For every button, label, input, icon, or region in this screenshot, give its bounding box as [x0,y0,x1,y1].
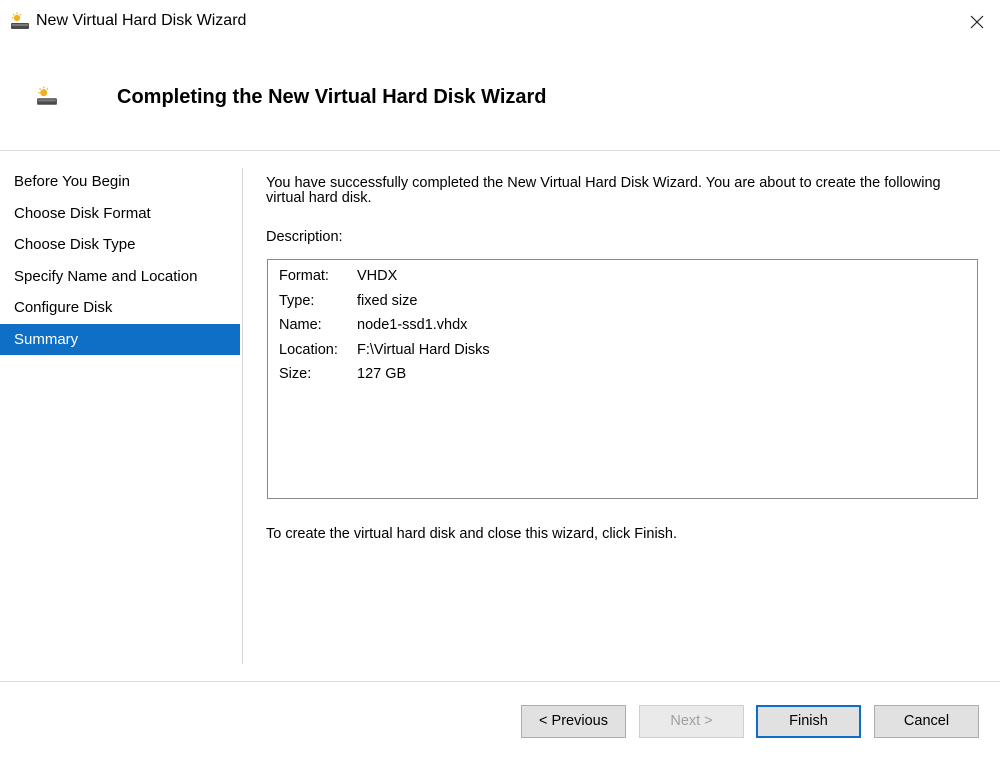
title-bar: New Virtual Hard Disk Wizard [0,0,1000,44]
nav-item-before-you-begin[interactable]: Before You Begin [0,166,240,198]
description-value: node1-ssd1.vhdx [357,317,468,333]
previous-button[interactable]: < Previous [521,705,626,738]
wizard-window: New Virtual Hard Disk Wizard Completing … [0,0,1000,759]
description-row: Size: 127 GB [279,362,977,387]
description-key: Format: [279,268,329,284]
description-label: Description: [266,229,343,245]
description-key: Name: [279,317,322,333]
close-icon [970,15,984,29]
nav-item-summary[interactable]: Summary [0,323,240,355]
description-value: F:\Virtual Hard Disks [357,341,490,358]
description-row: Format: VHDX [279,264,977,289]
description-row: Location: F:\Virtual Hard Disks [279,338,977,363]
wizard-header: Completing the New Virtual Hard Disk Wiz… [0,44,1000,150]
footer-divider [0,681,1000,682]
description-value: 127 GB [357,366,407,382]
nav-item-specify-name-and-location[interactable]: Specify Name and Location [0,261,240,293]
description-row: Name: node1-ssd1.vhdx [279,313,977,338]
header-divider [0,150,1000,151]
virtual-disk-icon [37,86,57,105]
page-title: Completing the New Virtual Hard Disk Wiz… [117,86,547,108]
wizard-steps-nav: Before You Begin Choose Disk Format Choo… [0,166,240,355]
close-button[interactable] [954,0,1000,44]
description-key: Location: [279,341,338,358]
nav-item-choose-disk-format[interactable]: Choose Disk Format [0,198,240,230]
finish-note: To create the virtual hard disk and clos… [266,526,678,542]
description-box[interactable]: Format: VHDX Type: fixed size Name: node… [267,259,978,499]
description-row: Type: fixed size [279,289,977,314]
window-title: New Virtual Hard Disk Wizard [36,12,247,29]
description-value: VHDX [357,268,398,284]
intro-text: You have successfully completed the New … [266,175,941,206]
summary-content: You have successfully completed the New … [266,175,978,542]
nav-divider [242,168,243,664]
nav-item-choose-disk-type[interactable]: Choose Disk Type [0,229,240,261]
virtual-disk-icon [11,12,29,29]
finish-button[interactable]: Finish [756,705,861,738]
cancel-button[interactable]: Cancel [874,705,979,738]
description-value: fixed size [357,292,418,309]
description-key: Size: [279,366,312,382]
next-button[interactable]: Next > [639,705,744,738]
description-key: Type: [279,292,315,309]
nav-item-configure-disk[interactable]: Configure Disk [0,292,240,324]
